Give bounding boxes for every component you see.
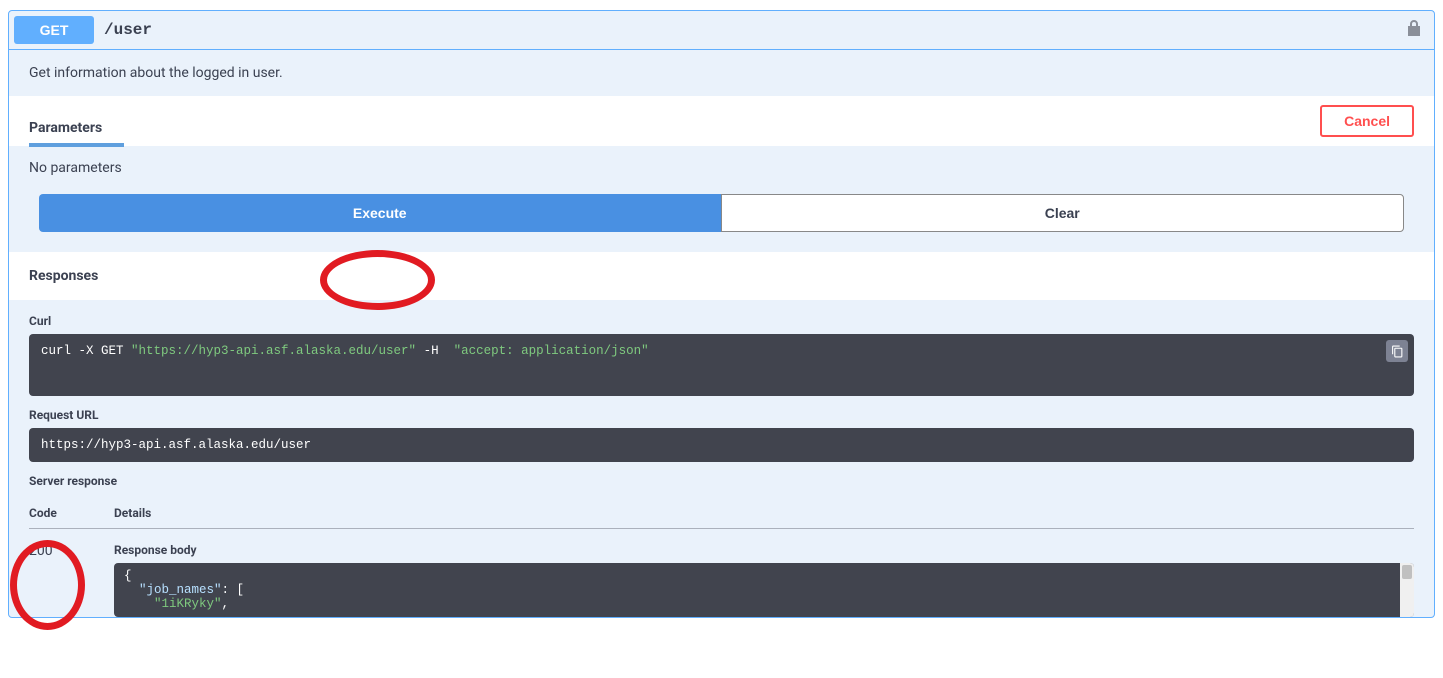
responses-inner: Curl curl -X GET "https://hyp3-api.asf.a… [9, 300, 1434, 617]
col-details: Details [114, 498, 1414, 529]
endpoint-summary[interactable]: GET /user [9, 11, 1434, 50]
cancel-button[interactable]: Cancel [1320, 105, 1414, 137]
clear-button[interactable]: Clear [721, 194, 1405, 232]
parameters-container: No parameters [9, 146, 1434, 194]
curl-prefix: curl -X GET [41, 344, 131, 358]
request-url-label: Request URL [29, 408, 1414, 422]
response-body-label: Response body [114, 543, 1414, 557]
lock-icon[interactable] [1406, 19, 1422, 41]
copy-icon[interactable] [1386, 340, 1408, 362]
endpoint-description: Get information about the logged in user… [9, 50, 1434, 96]
http-method-badge: GET [14, 16, 94, 44]
status-code: 200 [29, 529, 114, 618]
curl-mid: -H [416, 344, 454, 358]
curl-url: "https://hyp3-api.asf.alaska.edu/user" [131, 344, 416, 358]
response-body-block: { "job_names": [ "1iKRyky", [114, 563, 1414, 617]
execute-wrapper: Execute Clear [9, 194, 1434, 252]
endpoint-body: Get information about the logged in user… [9, 50, 1434, 617]
scrollbar[interactable] [1400, 563, 1414, 617]
server-response-label: Server response [29, 474, 1414, 488]
curl-label: Curl [29, 314, 1414, 328]
col-code: Code [29, 498, 114, 529]
curl-header: "accept: application/json" [454, 344, 649, 358]
no-parameters-text: No parameters [29, 160, 122, 176]
endpoint-path: /user [104, 21, 152, 39]
execute-button[interactable]: Execute [39, 194, 721, 232]
parameters-tab-header: Parameters Cancel [9, 96, 1434, 146]
request-url-block: https://hyp3-api.asf.alaska.edu/user [29, 428, 1414, 462]
tab-underline [29, 143, 124, 147]
responses-header: Responses [9, 252, 1434, 300]
response-row: 200 Response body { "job_names": [ "1iKR… [29, 529, 1414, 618]
endpoint-block: GET /user Get information about the logg… [8, 10, 1435, 618]
response-table: Code Details 200 Response body { "job_na… [29, 498, 1414, 617]
curl-block: curl -X GET "https://hyp3-api.asf.alaska… [29, 334, 1414, 396]
